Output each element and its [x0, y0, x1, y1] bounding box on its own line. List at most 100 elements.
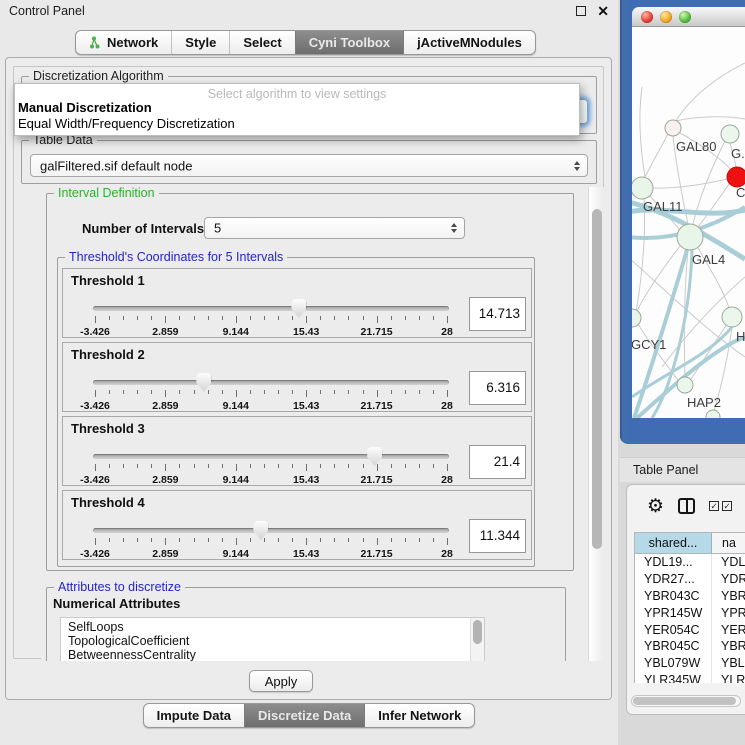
table-cell[interactable]: YBL079W — [635, 655, 712, 672]
table-cell[interactable]: YER0 — [712, 622, 745, 639]
table-horizontal-scrollbar[interactable] — [631, 695, 741, 707]
dropdown-item-manual-discretization[interactable]: Manual Discretization — [15, 100, 579, 116]
number-of-intervals-select[interactable]: 5 — [204, 217, 465, 239]
network-node[interactable] — [727, 167, 745, 187]
slider-tick — [123, 316, 124, 320]
threshold-3-slider[interactable]: -3.4262.8599.14415.4321.71528 — [93, 447, 449, 485]
network-node[interactable] — [632, 177, 653, 199]
float-window-icon[interactable] — [576, 6, 586, 16]
slider-tick — [363, 390, 364, 394]
tab-select[interactable]: Select — [229, 31, 294, 54]
network-node[interactable] — [632, 309, 641, 327]
slider-tick — [123, 464, 124, 468]
attribute-list-item[interactable]: SelfLoops — [61, 621, 484, 635]
table-cell[interactable]: YER054C — [635, 622, 712, 639]
tab-style[interactable]: Style — [171, 31, 229, 54]
threshold-1-value[interactable]: 14.713 — [469, 297, 526, 331]
table-row[interactable]: YDR27...YDR2 — [635, 571, 745, 588]
slider-tick-label: 2.859 — [152, 474, 178, 486]
table-cell[interactable]: YBR045C — [635, 638, 712, 655]
network-node[interactable] — [706, 410, 720, 418]
table-cell[interactable]: YBR043C — [635, 588, 712, 605]
tab-label: Select — [243, 35, 281, 50]
split-columns-icon[interactable] — [678, 498, 695, 514]
slider-tick — [433, 390, 434, 394]
maximize-window-icon[interactable] — [679, 11, 691, 23]
select-columns-icons[interactable]: ✓ ✓ — [709, 501, 732, 511]
threshold-4-slider[interactable]: -3.4262.8599.14415.4321.71528 — [93, 521, 449, 559]
column-header-name[interactable]: na — [712, 533, 745, 553]
slider-track[interactable] — [93, 306, 449, 311]
list-scrollbar-thumb[interactable] — [473, 620, 482, 644]
slider-tick-label: 15.43 — [293, 474, 319, 486]
settings-gear-icon[interactable]: ⚙ — [647, 497, 664, 516]
slider-track[interactable] — [93, 454, 449, 459]
panel-scrollbar-thumb[interactable] — [592, 209, 602, 549]
network-view-window[interactable]: GAL80G.CGAL11GAL4GCY1HHAP2 — [620, 0, 745, 444]
slider-tick — [278, 316, 279, 320]
network-node[interactable] — [677, 377, 693, 393]
slider-track[interactable] — [93, 380, 449, 385]
table-row[interactable]: YPR145WYPR1 — [635, 605, 745, 622]
network-node[interactable] — [665, 120, 681, 136]
table-cell[interactable]: YDL1 — [712, 554, 745, 571]
slider-tick — [109, 316, 110, 320]
table-cell[interactable]: YPR145W — [635, 605, 712, 622]
table-row[interactable]: YLR345WYLR3 — [635, 672, 745, 683]
threshold-3-value[interactable]: 21.4 — [469, 445, 526, 479]
slider-tick — [123, 538, 124, 542]
attributes-list[interactable]: SelfLoopsTopologicalCoefficientBetweenne… — [60, 617, 485, 661]
threshold-2-slider[interactable]: -3.4262.8599.14415.4321.71528 — [93, 373, 449, 411]
threshold-1-slider[interactable]: -3.4262.8599.14415.4321.71528 — [93, 299, 449, 337]
table-row[interactable]: YBL079WYBL0 — [635, 655, 745, 672]
table-cell[interactable]: YBL0 — [712, 655, 745, 672]
tab-jactivemnodules[interactable]: jActiveMNodules — [403, 31, 535, 54]
tab-impute-data[interactable]: Impute Data — [144, 704, 244, 727]
table-cell[interactable]: YLR3 — [712, 672, 745, 683]
network-node[interactable] — [677, 224, 703, 250]
network-node[interactable] — [721, 125, 739, 143]
table-data-select[interactable]: galFiltered.sif default node — [30, 154, 588, 177]
minimize-window-icon[interactable] — [660, 11, 672, 23]
list-scrollbar[interactable] — [470, 618, 484, 661]
slider-tick — [222, 390, 223, 394]
tab-network[interactable]: Network — [76, 31, 171, 54]
slider-tick — [194, 316, 195, 320]
panel-scrollbar[interactable] — [588, 187, 604, 661]
table-cell[interactable]: YDL19... — [635, 554, 712, 571]
table-cell[interactable]: YPR1 — [712, 605, 745, 622]
network-node[interactable] — [722, 307, 742, 327]
table-row[interactable]: YBR045CYBR0 — [635, 638, 745, 655]
slider-track[interactable] — [93, 528, 449, 533]
close-window-icon[interactable] — [641, 11, 653, 23]
table-cell[interactable]: YLR345W — [635, 672, 712, 683]
group-title: Attributes to discretize — [54, 580, 185, 595]
checkbox-icon[interactable]: ✓ — [709, 501, 719, 511]
network-edge — [698, 184, 729, 227]
table-cell[interactable]: YDR27... — [635, 571, 712, 588]
table-row[interactable]: YBR043CYBR0 — [635, 588, 745, 605]
attribute-list-item[interactable]: BetweennessCentrality — [61, 649, 484, 661]
table-row[interactable]: YDL19...YDL1 — [635, 554, 745, 571]
tab-discretize-data[interactable]: Discretize Data — [244, 704, 364, 727]
threshold-2-value[interactable]: 6.316 — [469, 371, 526, 405]
tab-infer-network[interactable]: Infer Network — [364, 704, 474, 727]
slider-tick-label: 9.144 — [223, 548, 249, 560]
tab-cyni-toolbox[interactable]: Cyni Toolbox — [295, 31, 403, 54]
table-cell[interactable]: YDR2 — [712, 571, 745, 588]
table-row[interactable]: YER054CYER0 — [635, 622, 745, 639]
table-cell[interactable]: YBR0 — [712, 638, 745, 655]
scrollbar-thumb[interactable] — [633, 697, 736, 705]
slider-tick — [165, 390, 166, 397]
network-canvas[interactable]: GAL80G.CGAL11GAL4GCY1HHAP2 — [632, 27, 745, 418]
checkbox-icon[interactable]: ✓ — [722, 501, 732, 511]
table-cell[interactable]: YBR0 — [712, 588, 745, 605]
attribute-list-item[interactable]: TopologicalCoefficient — [61, 635, 484, 649]
close-icon[interactable]: ✕ — [597, 4, 609, 18]
network-edge — [676, 117, 745, 121]
threshold-4-value[interactable]: 11.344 — [469, 519, 526, 553]
network-window-titlebar[interactable] — [632, 7, 745, 27]
apply-button[interactable]: Apply — [249, 670, 313, 692]
column-header-shared-name[interactable]: shared... — [635, 533, 712, 553]
dropdown-item-equal-width-frequency[interactable]: Equal Width/Frequency Discretization — [15, 116, 579, 132]
